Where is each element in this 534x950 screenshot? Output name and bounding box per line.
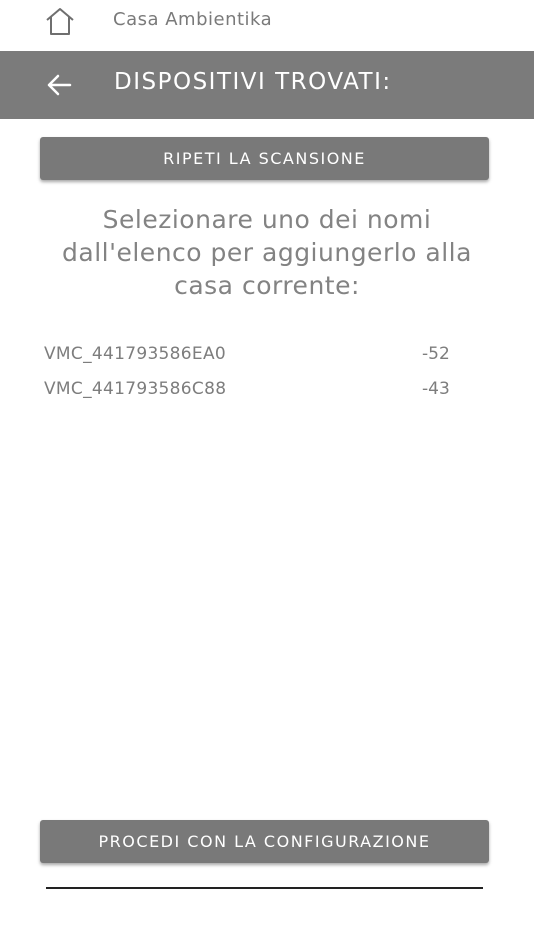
rescan-button[interactable]: RIPETI LA SCANSIONE: [40, 137, 489, 180]
page-title: DISPOSITIVI TROVATI:: [114, 69, 392, 95]
instruction-text: Selezionare uno dei nomi dall'elenco per…: [62, 205, 472, 300]
device-list-item[interactable]: VMC_441793586EA0 -52: [44, 344, 484, 372]
arrow-left-icon[interactable]: [44, 71, 74, 99]
device-name: VMC_441793586C88: [44, 379, 227, 399]
device-signal-strength: -43: [422, 379, 450, 399]
device-signal-strength: -52: [422, 344, 450, 364]
device-list-item[interactable]: VMC_441793586C88 -43: [44, 379, 484, 407]
home-indicator: [46, 887, 483, 889]
home-name-label: Casa Ambientika: [113, 9, 273, 30]
home-icon[interactable]: [44, 5, 76, 37]
proceed-configuration-button[interactable]: PROCEDI CON LA CONFIGURAZIONE: [40, 820, 489, 863]
app-header: DISPOSITIVI TROVATI:: [0, 51, 534, 119]
top-bar: Casa Ambientika: [0, 0, 534, 51]
device-name: VMC_441793586EA0: [44, 344, 226, 364]
